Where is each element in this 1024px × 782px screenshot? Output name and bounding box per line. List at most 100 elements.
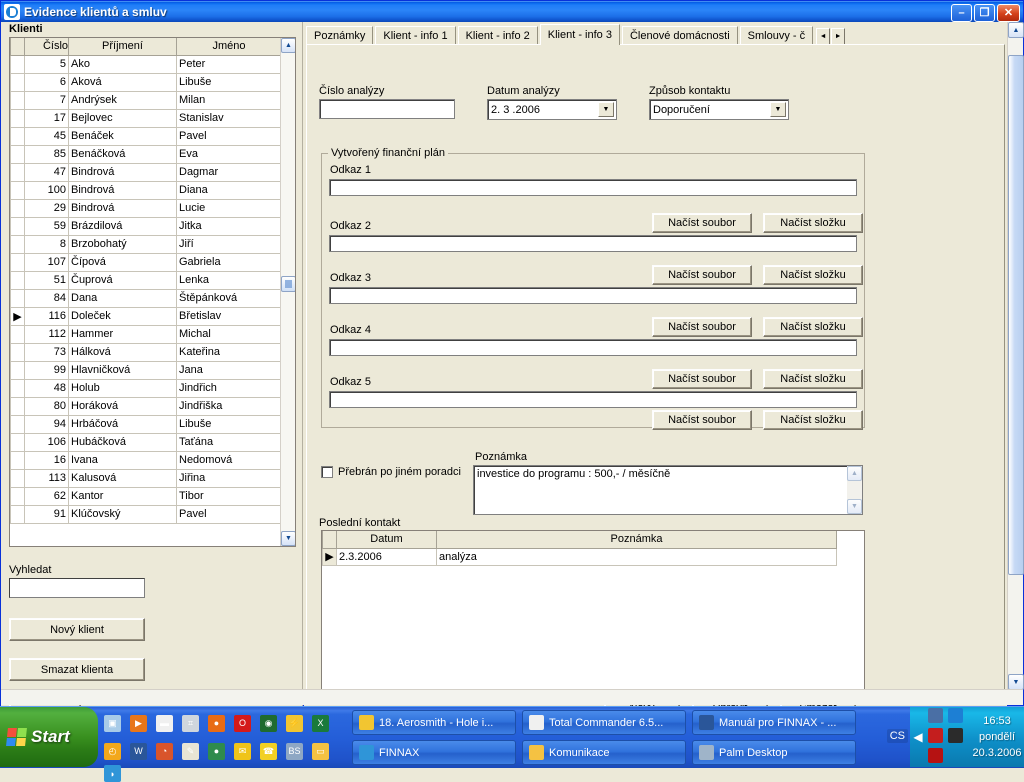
title-bar[interactable]: Evidence klientů a smluv – ❐ ✕: [1, 1, 1023, 22]
table-row[interactable]: 45BenáčekPavel: [11, 127, 282, 145]
tray-expand-icon[interactable]: ◀: [910, 707, 926, 767]
odkaz-5-input[interactable]: [329, 391, 857, 408]
opera-icon[interactable]: O: [234, 715, 251, 732]
table-row[interactable]: 80HorákováJindřiška: [11, 397, 282, 415]
table-row[interactable]: 73HálkováKateřina: [11, 343, 282, 361]
row-marker[interactable]: [11, 181, 25, 199]
posledni-kontakt-grid[interactable]: Datum Poznámka ▶2.3.2006analýza: [321, 530, 865, 690]
info-icon[interactable]: [948, 708, 963, 723]
tab-5[interactable]: Smlouvy - č: [740, 26, 813, 45]
client-grid-scroll-thumb[interactable]: [281, 276, 296, 292]
scroll-up-icon[interactable]: ▲: [281, 38, 296, 53]
row-marker[interactable]: ▶: [323, 548, 337, 565]
column-header-prijmeni[interactable]: Příjmení: [69, 38, 177, 55]
show-desktop-icon[interactable]: ▣: [104, 715, 121, 732]
table-row[interactable]: 107ČípováGabriela: [11, 253, 282, 271]
row-marker[interactable]: [11, 55, 25, 73]
firefox-icon[interactable]: ●: [208, 715, 225, 732]
datum-analyzy-combo[interactable]: 2. 3 .2006 ▼: [487, 99, 617, 120]
sms-icon[interactable]: ✉: [234, 743, 251, 760]
odkaz-3-input[interactable]: [329, 287, 857, 304]
row-marker[interactable]: [11, 271, 25, 289]
scroll-down-icon[interactable]: ▼: [1008, 674, 1024, 690]
taskbar-item-winamp[interactable]: 18. Aerosmith - Hole i...: [352, 710, 516, 735]
restore-button[interactable]: ❐: [974, 4, 995, 22]
tab-4[interactable]: Členové domácnosti: [622, 26, 738, 45]
row-marker[interactable]: [11, 163, 25, 181]
row-marker[interactable]: [11, 433, 25, 451]
table-row[interactable]: 84DanaŠtěpánková: [11, 289, 282, 307]
row-marker[interactable]: [11, 379, 25, 397]
row-marker[interactable]: [11, 361, 25, 379]
acrobat-icon[interactable]: [948, 728, 963, 743]
row-marker[interactable]: [11, 145, 25, 163]
cislo-analyzy-input[interactable]: [319, 99, 455, 119]
row-marker[interactable]: [11, 91, 25, 109]
window-vscroll-thumb[interactable]: [1008, 55, 1024, 575]
table-row[interactable]: 99HlavničkováJana: [11, 361, 282, 379]
load-file-button-1[interactable]: Načíst soubor: [652, 213, 752, 233]
security-alert-icon[interactable]: [928, 748, 943, 763]
client-grid[interactable]: Číslo Příjmení Jméno 5AkoPeter6AkováLibu…: [9, 37, 296, 547]
odkaz-4-input[interactable]: [329, 339, 857, 356]
calculator-icon[interactable]: ⌗: [182, 715, 199, 732]
close-button[interactable]: ✕: [997, 4, 1020, 22]
row-marker[interactable]: [11, 415, 25, 433]
window-horizontal-scrollbar[interactable]: [1, 689, 1023, 705]
start-button[interactable]: Start: [0, 707, 98, 767]
table-row[interactable]: 59BrázdilováJitka: [11, 217, 282, 235]
poznamka-textarea[interactable]: investice do programu : 500,- / měsíčně …: [473, 465, 863, 515]
scroll-down-icon[interactable]: ▼: [847, 499, 862, 514]
phone-icon[interactable]: ☎: [260, 743, 277, 760]
scroll-down-icon[interactable]: ▼: [281, 531, 296, 546]
antivirus-icon[interactable]: [928, 728, 943, 743]
load-file-button-5[interactable]: Načíst soubor: [652, 410, 752, 430]
table-row[interactable]: 106HubáčkováTaťána: [11, 433, 282, 451]
row-marker[interactable]: [11, 73, 25, 91]
row-marker[interactable]: [11, 109, 25, 127]
row-marker[interactable]: [11, 199, 25, 217]
folder-icon[interactable]: ▭: [312, 743, 329, 760]
client-grid-scrollbar[interactable]: ▲ ▼: [280, 38, 295, 546]
timer-icon[interactable]: ◔: [156, 743, 173, 760]
table-row[interactable]: 6AkováLibuše: [11, 73, 282, 91]
table-row[interactable]: 17BejlovecStanislav: [11, 109, 282, 127]
language-indicator[interactable]: CS: [887, 729, 908, 743]
chevron-down-icon[interactable]: ▼: [770, 102, 786, 117]
table-row[interactable]: 91KlúčovskýPavel: [11, 505, 282, 523]
chevron-down-icon[interactable]: ▼: [598, 102, 614, 117]
row-marker[interactable]: [11, 487, 25, 505]
row-marker[interactable]: [11, 451, 25, 469]
taskbar-item-komunikace[interactable]: Komunikace: [522, 740, 686, 765]
table-row[interactable]: 51ČuprováLenka: [11, 271, 282, 289]
irfanview-icon[interactable]: ◉: [260, 715, 277, 732]
row-marker[interactable]: [11, 289, 25, 307]
table-row[interactable]: 112HammerMichal: [11, 325, 282, 343]
row-marker[interactable]: [11, 469, 25, 487]
odkaz-2-input[interactable]: [329, 235, 857, 252]
table-row[interactable]: 48HolubJindřich: [11, 379, 282, 397]
load-folder-button-3[interactable]: Načíst složku: [763, 317, 863, 337]
window-vertical-scrollbar[interactable]: ▲ ▼: [1007, 22, 1023, 690]
word-icon[interactable]: W: [130, 743, 147, 760]
zpusob-kontaktu-combo[interactable]: Doporučení ▼: [649, 99, 789, 120]
tab-scroll-left-button[interactable]: ◄: [816, 28, 830, 45]
row-marker[interactable]: [11, 397, 25, 415]
table-row[interactable]: 85BenáčkováEva: [11, 145, 282, 163]
tab-1[interactable]: Klient - info 1: [375, 26, 455, 45]
row-marker[interactable]: [11, 325, 25, 343]
column-header-poznamka[interactable]: Poznámka: [437, 531, 837, 548]
taskbar-item-total-commander[interactable]: Total Commander 6.5...: [522, 710, 686, 735]
bs-player-icon[interactable]: BS: [286, 743, 303, 760]
load-file-button-2[interactable]: Načíst soubor: [652, 265, 752, 285]
paint-icon[interactable]: ✎: [182, 743, 199, 760]
table-row[interactable]: 100BindrováDiana: [11, 181, 282, 199]
odkaz-1-input[interactable]: [329, 179, 857, 196]
row-marker[interactable]: [11, 253, 25, 271]
excel-icon[interactable]: X: [312, 715, 329, 732]
delete-client-button[interactable]: Smazat klienta: [9, 658, 145, 681]
new-client-button[interactable]: Nový klient: [9, 618, 145, 641]
table-row[interactable]: 29BindrováLucie: [11, 199, 282, 217]
tab-3[interactable]: Klient - info 3: [540, 24, 620, 45]
taskbar-item-palm-desktop[interactable]: Palm Desktop: [692, 740, 856, 765]
